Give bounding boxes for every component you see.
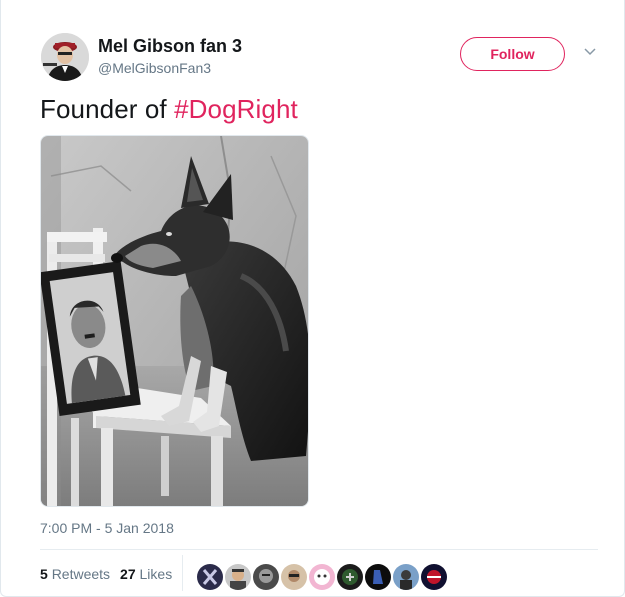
tweet-text-body: Founder of: [40, 94, 175, 124]
hashtag-link[interactable]: #DogRight: [174, 94, 298, 124]
liker-avatar[interactable]: [391, 562, 421, 592]
retweets-stat[interactable]: 5 Retweets: [40, 566, 110, 582]
likes-count: 27: [120, 566, 136, 582]
liker-avatar[interactable]: [307, 562, 337, 592]
likes-stat[interactable]: 27 Likes: [120, 566, 172, 582]
chevron-down-icon[interactable]: [583, 47, 597, 57]
tweet-photo[interactable]: [40, 135, 309, 507]
tweet-stats: 5 Retweets 27 Likes: [40, 566, 172, 582]
liker-avatar[interactable]: [251, 562, 281, 592]
follow-button[interactable]: Follow: [460, 37, 565, 71]
tweet-text: Founder of #DogRight: [40, 94, 298, 125]
liker-avatar[interactable]: [279, 562, 309, 592]
retweets-label: Retweets: [51, 566, 111, 582]
avatar[interactable]: [41, 33, 89, 81]
user-handle[interactable]: @MelGibsonFan3: [98, 60, 211, 76]
retweets-count: 5: [40, 566, 48, 582]
avatar-image: [41, 33, 89, 81]
liker-avatar[interactable]: [335, 562, 365, 592]
liker-avatar[interactable]: [195, 562, 225, 592]
tweet-card: Mel Gibson fan 3 @MelGibsonFan3 Follow F…: [0, 0, 625, 597]
tweet-photo-image: [41, 136, 308, 506]
tweet-timestamp[interactable]: 7:00 PM - 5 Jan 2018: [40, 520, 174, 536]
divider: [40, 549, 598, 550]
display-name[interactable]: Mel Gibson fan 3: [98, 36, 242, 57]
liker-avatar[interactable]: [419, 562, 449, 592]
liker-avatars: [195, 562, 449, 592]
liker-avatar[interactable]: [363, 562, 393, 592]
likes-label: Likes: [139, 566, 173, 582]
stats-divider: [182, 555, 183, 591]
liker-avatar[interactable]: [223, 562, 253, 592]
